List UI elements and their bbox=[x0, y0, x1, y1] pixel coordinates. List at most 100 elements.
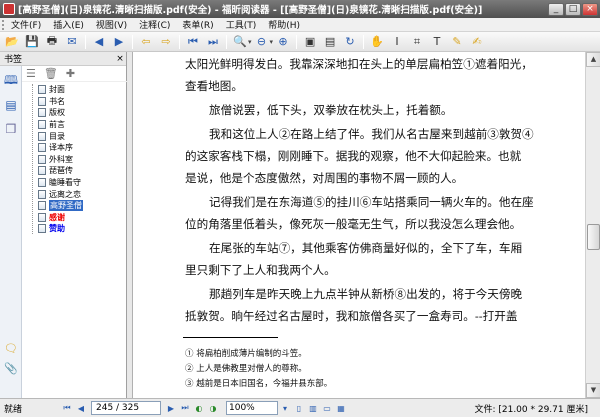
layers-tab-icon[interactable]: ❒ bbox=[2, 120, 20, 138]
bookmark-item[interactable]: 感谢 bbox=[22, 212, 127, 224]
expand-icon[interactable]: ☰ bbox=[26, 67, 36, 80]
menu-comment[interactable]: 注释(C) bbox=[133, 18, 176, 31]
app-icon bbox=[3, 3, 15, 15]
bookmark-tab-icon[interactable]: 🕮 bbox=[2, 72, 20, 90]
bookmark-item[interactable]: 瞌睡看守 bbox=[22, 177, 127, 189]
toolbar-separator bbox=[132, 34, 133, 49]
bookmark-item[interactable]: 书名 bbox=[22, 96, 127, 108]
prev-page-icon[interactable]: ◀ bbox=[90, 34, 108, 50]
menu-view[interactable]: 视图(V) bbox=[90, 18, 133, 31]
comment-icon[interactable]: ✍ bbox=[468, 34, 486, 50]
zoom-in-icon[interactable]: 🔍 bbox=[231, 34, 249, 50]
toolbar-separator bbox=[296, 34, 298, 49]
last-page-icon[interactable]: ⏭ bbox=[178, 402, 192, 415]
menu-file[interactable]: 文件(F) bbox=[5, 18, 47, 31]
prev-page-icon[interactable]: ◀ bbox=[74, 402, 88, 415]
actual-size-icon[interactable]: ▣ bbox=[301, 34, 319, 50]
close-icon[interactable]: × bbox=[114, 54, 126, 64]
document-view[interactable]: 太阳光鲜明得发白。我靠深深地扣在头上的单层扁柏笠①遮着阳光， 查看地图。 旅僧说… bbox=[133, 52, 585, 398]
text-line: 在尾张的车站⑦，其他乘客仿佛商量好似的，全下了车，车厢 bbox=[209, 241, 523, 255]
bookmark-pane-header: 书签 × bbox=[0, 52, 126, 66]
pane-bottom-icons: 🗨 📎 bbox=[4, 342, 20, 382]
toolbar: 📂 💾 🖶 ✉ ◀ ▶ ⇦ ⇨ ⏮ ⏭ 🔍 ▾ ⊖ ▾ ⊕ ▣ ▤ ↻ ✋ I … bbox=[0, 32, 600, 52]
email-icon[interactable]: ✉ bbox=[63, 34, 81, 50]
bookmark-item-selected[interactable]: 高野圣僧 bbox=[22, 200, 127, 212]
bookmark-item[interactable]: 版权 bbox=[22, 107, 127, 119]
hand-icon[interactable]: ✋ bbox=[368, 34, 386, 50]
scroll-up-icon[interactable]: ▲ bbox=[586, 52, 600, 67]
title-bar: [高野圣僧](日)泉镜花.清晰扫描版.pdf(安全) - 福昕阅读器 - [[高… bbox=[0, 0, 600, 18]
text-line: 记得我们是在东海道⑤的挂川⑥车站搭乘同一辆火车的。他在座 bbox=[209, 195, 534, 209]
text-line: 里只剩下了上人和我两个人。 bbox=[185, 263, 336, 277]
text-line: 位的角落里低着头，像死灰一般毫无生气，所以我没怎么理会他。 bbox=[185, 217, 522, 231]
delete-icon[interactable]: 🗑 bbox=[44, 67, 58, 80]
continuous-facing-icon[interactable]: ▦ bbox=[334, 402, 348, 415]
status-text: 就绪 bbox=[4, 404, 23, 415]
bookmark-item[interactable]: 目录 bbox=[22, 130, 127, 142]
open-icon[interactable]: 📂 bbox=[3, 34, 21, 50]
attachment-icon[interactable]: 📎 bbox=[4, 362, 18, 376]
zoom-dropdown-icon[interactable]: ▾ bbox=[278, 402, 292, 415]
back-icon[interactable]: ⇦ bbox=[137, 34, 155, 50]
zoom-plus-icon[interactable]: ⊕ bbox=[274, 34, 292, 50]
text-line: 我和这位上人②在路上结了伴。我们从名古屋来到越前③敦贺④ bbox=[209, 127, 534, 141]
bookmark-icon bbox=[38, 189, 46, 199]
menu-form[interactable]: 表单(R) bbox=[176, 18, 219, 31]
chevron-down-icon[interactable]: ▾ bbox=[248, 38, 252, 46]
close-button[interactable]: × bbox=[582, 2, 598, 16]
text-line: 旅僧说罢，低下头，双拳放在枕头上，托着额。 bbox=[209, 103, 453, 117]
scroll-thumb[interactable] bbox=[587, 224, 600, 250]
bookmark-item[interactable]: 赞助 bbox=[22, 223, 127, 235]
bookmark-pane-title: 书签 bbox=[4, 55, 23, 65]
bookmark-item[interactable]: 远离之恋 bbox=[22, 188, 127, 200]
bookmark-item[interactable]: 外科室 bbox=[22, 154, 127, 166]
snapshot-icon[interactable]: ⌗ bbox=[408, 34, 426, 50]
maximize-button[interactable]: □ bbox=[565, 2, 581, 16]
forward-icon[interactable]: ⇨ bbox=[157, 34, 175, 50]
bookmark-item[interactable]: 译本序 bbox=[22, 142, 127, 154]
single-page-icon[interactable]: ▯ bbox=[292, 402, 306, 415]
footnote-divider bbox=[183, 337, 278, 338]
typewriter-icon[interactable]: T bbox=[428, 34, 446, 50]
new-bookmark-icon[interactable]: ✚ bbox=[66, 67, 75, 80]
thumbnail-tab-icon[interactable]: ▤ bbox=[2, 96, 20, 114]
forward-icon[interactable]: ◑ bbox=[206, 402, 220, 415]
bookmark-item[interactable]: 前言 bbox=[22, 119, 127, 131]
continuous-icon[interactable]: ▥ bbox=[306, 402, 320, 415]
select-icon[interactable]: I bbox=[388, 34, 406, 50]
text-line: 抵敦贺。晌午经过名古屋时，我和旅僧各买了一盒寿司。--打开盖 bbox=[185, 309, 518, 323]
bookmark-tools: ☰ 🗑 ✚ bbox=[22, 66, 127, 82]
bookmark-icon bbox=[38, 166, 46, 176]
chevron-down-icon[interactable]: ▾ bbox=[270, 38, 274, 46]
bookmark-pane: 书签 × 🕮 ▤ ❒ ☰ 🗑 ✚ 封面 书名 版权 前言 目录 译本序 外科室 … bbox=[0, 52, 127, 398]
menu-help[interactable]: 帮助(H) bbox=[262, 18, 306, 31]
zoom-field[interactable]: 100% bbox=[226, 401, 278, 415]
toolbar-separator bbox=[226, 34, 227, 49]
back-icon[interactable]: ◐ bbox=[192, 402, 206, 415]
bookmark-icon bbox=[38, 212, 46, 222]
fit-width-icon[interactable]: ▤ bbox=[321, 34, 339, 50]
first-page-icon[interactable]: ⏮ bbox=[184, 34, 202, 50]
footnote: ③ 越前是日本旧国名，今福井县东部。 bbox=[185, 379, 333, 389]
next-page-icon[interactable]: ▶ bbox=[164, 402, 178, 415]
zoom-out-icon[interactable]: ⊖ bbox=[253, 34, 271, 50]
bookmark-item[interactable]: 琵琶传 bbox=[22, 165, 127, 177]
last-page-icon[interactable]: ⏭ bbox=[204, 34, 222, 50]
scroll-down-icon[interactable]: ▼ bbox=[586, 383, 600, 398]
rotate-icon[interactable]: ↻ bbox=[341, 34, 359, 50]
menu-tools[interactable]: 工具(T) bbox=[220, 18, 263, 31]
bookmark-icon bbox=[38, 108, 46, 118]
comments-icon[interactable]: 🗨 bbox=[4, 342, 18, 356]
page-number-field[interactable]: 245 / 325 bbox=[91, 401, 161, 415]
save-icon[interactable]: 💾 bbox=[23, 34, 41, 50]
highlight-icon[interactable]: ✎ bbox=[448, 34, 466, 50]
print-icon[interactable]: 🖶 bbox=[43, 34, 61, 50]
toolbar-separator bbox=[363, 34, 365, 49]
facing-icon[interactable]: ▭ bbox=[320, 402, 334, 415]
first-page-icon[interactable]: ⏮ bbox=[60, 402, 74, 415]
menu-insert[interactable]: 插入(E) bbox=[47, 18, 90, 31]
vertical-scrollbar[interactable]: ▲ ▼ bbox=[585, 52, 600, 398]
next-page-icon[interactable]: ▶ bbox=[110, 34, 128, 50]
bookmark-item[interactable]: 封面 bbox=[22, 84, 127, 96]
minimize-button[interactable]: _ bbox=[548, 2, 564, 16]
